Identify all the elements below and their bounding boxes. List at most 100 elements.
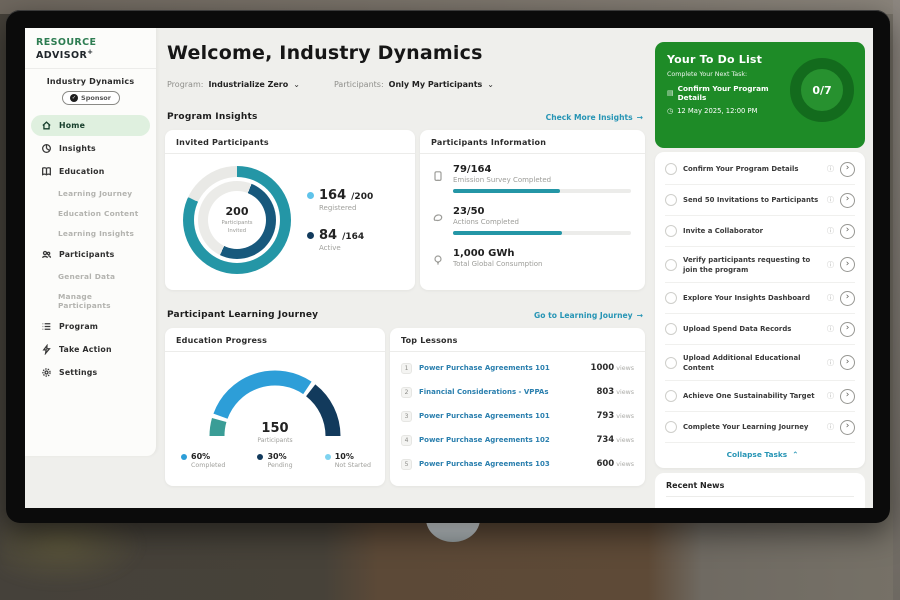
sidebar-item-manage-participants[interactable]: Manage Participants [31,287,150,314]
sponsor-label: Sponsor [81,94,111,102]
legend-active: 84/164 Active [307,228,373,252]
top-lessons-card: Top Lessons 1 Power Purchase Agreements … [390,328,645,486]
sidebar-item-take-action[interactable]: Take Action [31,339,150,360]
brand-resource: RESOURCE [36,37,96,48]
insights-icon [41,143,52,154]
legend-dot-registered [307,192,314,199]
legend-dot-pending [257,454,263,460]
lesson-row: 4 Power Purchase Agreements 102 734views [401,428,634,452]
lesson-views: 793views [596,411,634,421]
task-checkbox[interactable] [665,163,677,175]
info-icon: ⓘ [827,195,834,205]
book-icon [41,166,52,177]
info-icon: ⓘ [827,164,834,174]
task-row-invite-collaborator[interactable]: Invite a Collaborator ⓘ › [665,216,855,247]
monitor-bezel: RESOURCE ADVISOR+ Industry Dynamics ✓ Sp… [6,10,890,523]
todo-summary-card: Your To Do List Complete Your Next Task:… [655,42,865,148]
check-more-insights-link[interactable]: Check More Insights → [546,113,643,122]
task-go-button[interactable]: › [840,355,855,370]
info-icon: ⓘ [827,293,834,303]
donut-legend: 164/200 Registered 84/164 Active [307,188,373,252]
gauge-center: 150 Participants [195,421,355,444]
sidebar-item-settings[interactable]: Settings [31,362,150,383]
task-checkbox[interactable] [665,323,677,335]
sidebar-item-home[interactable]: Home [31,115,150,136]
lesson-row: 2 Financial Considerations - VPPAs 803vi… [401,380,634,404]
task-checkbox[interactable] [665,292,677,304]
task-checkbox[interactable] [665,357,677,369]
lesson-link[interactable]: Power Purchase Agreements 101 [419,364,584,372]
sidebar-item-general-data[interactable]: General Data [31,267,150,285]
sidebar-item-program[interactable]: Program [31,316,150,337]
legend-registered: 164/200 Registered [307,188,373,212]
clock-icon: ◷ [667,107,673,115]
task-checkbox[interactable] [665,259,677,271]
sidebar-item-learning-insights[interactable]: Learning Insights [31,224,150,242]
brand-logo: RESOURCE ADVISOR+ [25,37,156,69]
sidebar-item-education-content[interactable]: Education Content [31,204,150,222]
task-row-send-invitations[interactable]: Send 50 Invitations to Participants ⓘ › [665,185,855,216]
task-row-verify-participants[interactable]: Verify participants requesting to join t… [665,247,855,283]
task-go-button[interactable]: › [840,420,855,435]
lesson-link[interactable]: Power Purchase Agreements 103 [419,460,589,468]
sidebar-item-education[interactable]: Education [31,161,150,182]
task-go-button[interactable]: › [840,389,855,404]
task-checkbox[interactable] [665,194,677,206]
learning-journey-header: Participant Learning Journey Go to Learn… [167,310,643,320]
todo-progress-ring: 0/7 [790,58,854,122]
sidebar: RESOURCE ADVISOR+ Industry Dynamics ✓ Sp… [25,28,157,456]
participants-select[interactable]: Participants: Only My Participants ⌄ [334,80,494,89]
donut-center: 200 Participants Invited [208,191,266,249]
sidebar-nav: Home Insights Education Learning Journey… [25,114,156,384]
lesson-row: 1 Power Purchase Agreements 101 1000view… [401,356,634,380]
card-title: Top Lessons [390,328,645,352]
education-gauge-chart: 150 Participants [195,358,355,444]
lesson-link[interactable]: Financial Considerations - VPPAs [419,388,589,396]
lesson-views: 1000views [591,363,634,373]
info-icon: ⓘ [827,226,834,236]
task-go-button[interactable]: › [840,224,855,239]
home-icon [41,120,52,131]
task-checkbox[interactable] [665,225,677,237]
legend-completed: 60% Completed [181,452,225,469]
program-select[interactable]: Program: Industrialize Zero ⌄ [167,80,300,89]
lesson-rank: 2 [401,387,412,398]
task-row-upload-spend-data[interactable]: Upload Spend Data Records ⓘ › [665,314,855,345]
gauge-legend: 60% Completed 30% Pending 10% Not Starte… [165,444,385,469]
collapse-tasks-link[interactable]: Collapse Tasks⌃ [665,443,855,462]
progress-fill [453,189,560,193]
task-row-achieve-target[interactable]: Achieve One Sustainability Target ⓘ › [665,381,855,412]
legend-dot-completed [181,454,187,460]
task-row-complete-learning-journey[interactable]: Complete Your Learning Journey ⓘ › [665,412,855,443]
sidebar-item-participants[interactable]: Participants [31,244,150,265]
task-row-confirm-program[interactable]: Confirm Your Program Details ⓘ › [665,154,855,185]
chevron-down-icon: ⌄ [487,81,494,89]
info-icon: ⓘ [827,260,834,270]
lesson-views: 803views [596,387,634,397]
lesson-link[interactable]: Power Purchase Agreements 101 [419,412,589,420]
section-title: Program Insights [167,112,258,122]
page-title: Welcome, Industry Dynamics [167,42,483,64]
sidebar-item-insights[interactable]: Insights [31,138,150,159]
task-go-button[interactable]: › [840,193,855,208]
go-to-learning-journey-link[interactable]: Go to Learning Journey → [534,311,643,320]
task-checkbox[interactable] [665,390,677,402]
lesson-row: 5 Power Purchase Agreements 103 600views [401,452,634,476]
task-go-button[interactable]: › [840,257,855,272]
task-go-button[interactable]: › [840,322,855,337]
section-title: Participant Learning Journey [167,310,318,320]
task-go-button[interactable]: › [840,291,855,306]
task-checkbox[interactable] [665,421,677,433]
dashboard-screen: RESOURCE ADVISOR+ Industry Dynamics ✓ Sp… [25,28,873,508]
task-row-explore-insights[interactable]: Explore Your Insights Dashboard ⓘ › [665,283,855,314]
info-row-emission-survey: 79/164 Emission Survey Completed [432,164,631,193]
tasks-list-card: Confirm Your Program Details ⓘ › Send 50… [655,152,865,468]
task-go-button[interactable]: › [840,162,855,177]
sidebar-item-learning-journey[interactable]: Learning Journey [31,184,150,202]
lesson-link[interactable]: Power Purchase Agreements 102 [419,436,589,444]
legend-pending: 30% Pending [257,452,292,469]
brand-advisor: ADVISOR [36,50,87,61]
task-row-upload-educational-content[interactable]: Upload Additional Educational Content ⓘ … [665,345,855,381]
lesson-views: 734views [596,435,634,445]
lesson-rank: 3 [401,411,412,422]
